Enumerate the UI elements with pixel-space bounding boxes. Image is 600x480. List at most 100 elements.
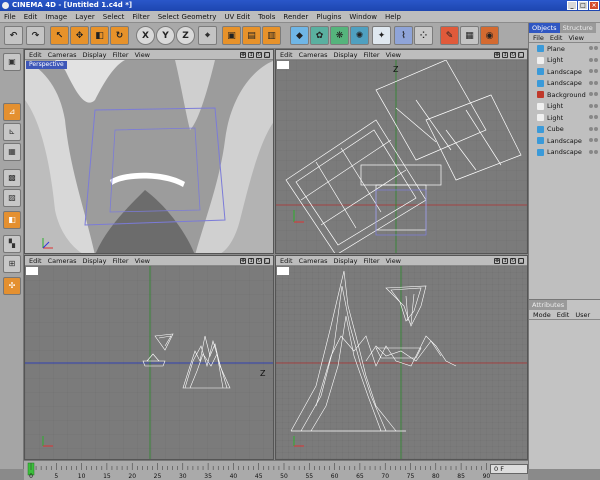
render-picture-viewer-icon[interactable]: ▤ xyxy=(242,26,261,45)
table-icon[interactable]: ▦ xyxy=(460,26,479,45)
menu-window[interactable]: Window xyxy=(349,13,377,21)
current-frame-field[interactable]: 0 F xyxy=(490,464,528,474)
vp2-rotate-icon[interactable]: ↻ xyxy=(510,51,516,58)
vp4-rotate-icon[interactable]: ↻ xyxy=(510,257,516,264)
menu-layer[interactable]: Layer xyxy=(75,13,95,21)
power-icon[interactable]: ◉ xyxy=(480,26,499,45)
vp1-zoom-icon[interactable]: ↕ xyxy=(248,51,254,58)
cube-primitive-icon[interactable]: ◆ xyxy=(290,26,309,45)
vp3-zoom-icon[interactable]: ↕ xyxy=(248,257,254,264)
object-row-plane[interactable]: Plane xyxy=(529,43,600,55)
right-viewport[interactable]: Edit Cameras Display Filter View ✥ ↕ ↻ ▢ Z xyxy=(24,255,274,460)
light-icon[interactable]: ✦ xyxy=(372,26,391,45)
close-button[interactable]: × xyxy=(589,1,599,10)
edges-mode-icon[interactable]: ▨ xyxy=(3,189,21,207)
vp4-menu-display[interactable]: Display xyxy=(334,257,358,265)
vp3-menu-filter[interactable]: Filter xyxy=(112,257,128,265)
vp4-menu-cameras[interactable]: Cameras xyxy=(299,257,328,265)
rotate-icon[interactable]: ↻ xyxy=(110,26,129,45)
object-row-cube[interactable]: Cube xyxy=(529,124,600,136)
object-row-background[interactable]: Background xyxy=(529,89,600,101)
vp2-menu-edit[interactable]: Edit xyxy=(280,51,293,59)
vp1-menu-view[interactable]: View xyxy=(135,51,150,59)
vp2-menu-filter[interactable]: Filter xyxy=(363,51,379,59)
menu-edit[interactable]: Edit xyxy=(24,13,38,21)
tab-structure[interactable]: Structure xyxy=(559,23,596,33)
vp2-menu-cameras[interactable]: Cameras xyxy=(299,51,328,59)
snap-icon[interactable]: ⊞ xyxy=(3,255,21,273)
vp4-menu-view[interactable]: View xyxy=(386,257,401,265)
nurbs-icon[interactable]: ✿ xyxy=(310,26,329,45)
render-view-icon[interactable]: ▣ xyxy=(222,26,241,45)
perspective-viewport[interactable]: Edit Cameras Display Filter View ✥ ↕ ↻ ▢ Pe… xyxy=(24,49,274,254)
vp3-menu-display[interactable]: Display xyxy=(83,257,107,265)
vp4-move-icon[interactable]: ✥ xyxy=(494,257,500,264)
menu-select-geometry[interactable]: Select Geometry xyxy=(158,13,217,21)
undo-icon[interactable]: ↶ xyxy=(4,26,23,45)
vp4-zoom-icon[interactable]: ↕ xyxy=(502,257,508,264)
points-mode-icon[interactable]: ▩ xyxy=(3,169,21,187)
polygons-mode-icon[interactable]: ◧ xyxy=(3,211,21,229)
particles-icon[interactable]: ⁘ xyxy=(414,26,433,45)
menu-tools[interactable]: Tools xyxy=(258,13,275,21)
object-row-light[interactable]: Light xyxy=(529,101,600,113)
menu-uv-edit[interactable]: UV Edit xyxy=(224,13,250,21)
scale-icon[interactable]: ◧ xyxy=(90,26,109,45)
vp1-menu-filter[interactable]: Filter xyxy=(112,51,128,59)
front-viewport[interactable]: Edit Cameras Display Filter View ✥ ↕ ↻ ▢ xyxy=(275,255,528,460)
deformer-icon[interactable]: ✺ xyxy=(350,26,369,45)
menu-image[interactable]: Image xyxy=(45,13,67,21)
menu-plugins[interactable]: Plugins xyxy=(316,13,341,21)
object-row-landscape[interactable]: Landscape xyxy=(529,78,600,90)
model-mode-icon[interactable]: ▣ xyxy=(3,53,21,71)
texture-axis-icon[interactable]: ▦ xyxy=(3,143,21,161)
object-row-landscape[interactable]: Landscape xyxy=(529,66,600,78)
vp4-menu-filter[interactable]: Filter xyxy=(363,257,379,265)
x-axis-lock-button[interactable]: X xyxy=(136,26,155,45)
checker-icon[interactable]: ▚ xyxy=(3,235,21,253)
y-axis-lock-button[interactable]: Y xyxy=(156,26,175,45)
vp4-maximize-icon[interactable]: ▢ xyxy=(518,257,524,264)
top-viewport[interactable]: Edit Cameras Display Filter View ✥↕↻▢ xyxy=(275,49,528,254)
object-mode-icon[interactable]: ⊿ xyxy=(3,103,21,121)
vp1-rotate-icon[interactable]: ↻ xyxy=(256,51,262,58)
minimize-button[interactable]: _ xyxy=(567,1,577,10)
spline-icon[interactable]: ⌇ xyxy=(394,26,413,45)
coordinate-system-icon[interactable]: ⌖ xyxy=(198,26,217,45)
tab-objects[interactable]: Objects xyxy=(529,23,560,33)
attr-menu-mode[interactable]: Mode xyxy=(533,310,551,319)
redo-icon[interactable]: ↷ xyxy=(26,26,45,45)
object-row-light[interactable]: Light xyxy=(529,55,600,67)
array-icon[interactable]: ❋ xyxy=(330,26,349,45)
vp2-menu-display[interactable]: Display xyxy=(334,51,358,59)
om-menu-view[interactable]: View xyxy=(568,33,583,42)
object-row-landscape[interactable]: Landscape xyxy=(529,135,600,147)
tab-attributes[interactable]: Attributes xyxy=(529,300,568,310)
object-row-light[interactable]: Light xyxy=(529,112,600,124)
vp1-move-icon[interactable]: ✥ xyxy=(240,51,246,58)
timeline[interactable]: 0 5 10 15 20 25 30 35 40 45 50 55 60 65 70 75 80 85 90 xyxy=(24,460,528,480)
vp3-menu-edit[interactable]: Edit xyxy=(29,257,42,265)
z-axis-lock-button[interactable]: Z xyxy=(176,26,195,45)
vp3-menu-view[interactable]: View xyxy=(135,257,150,265)
vp4-menu-edit[interactable]: Edit xyxy=(280,257,293,265)
sculpt-icon[interactable]: ✣ xyxy=(3,277,21,295)
vp1-menu-display[interactable]: Display xyxy=(83,51,107,59)
menu-render[interactable]: Render xyxy=(283,13,308,21)
attr-menu-user[interactable]: User xyxy=(575,310,590,319)
vp1-maximize-icon[interactable]: ▢ xyxy=(264,51,270,58)
attr-menu-edit[interactable]: Edit xyxy=(557,310,570,319)
vp2-move-icon[interactable]: ✥ xyxy=(494,51,500,58)
move-icon[interactable]: ✥ xyxy=(70,26,89,45)
vp2-zoom-icon[interactable]: ↕ xyxy=(502,51,508,58)
vp1-menu-edit[interactable]: Edit xyxy=(29,51,42,59)
menu-select[interactable]: Select xyxy=(103,13,125,21)
vp3-maximize-icon[interactable]: ▢ xyxy=(264,257,270,264)
menu-help[interactable]: Help xyxy=(385,13,401,21)
om-menu-edit[interactable]: Edit xyxy=(550,33,563,42)
vp1-menu-cameras[interactable]: Cameras xyxy=(48,51,77,59)
vp2-menu-view[interactable]: View xyxy=(386,51,401,59)
menu-file[interactable]: File xyxy=(4,13,16,21)
render-settings-icon[interactable]: ▥ xyxy=(262,26,281,45)
texture-mode-icon[interactable]: ⊾ xyxy=(3,123,21,141)
